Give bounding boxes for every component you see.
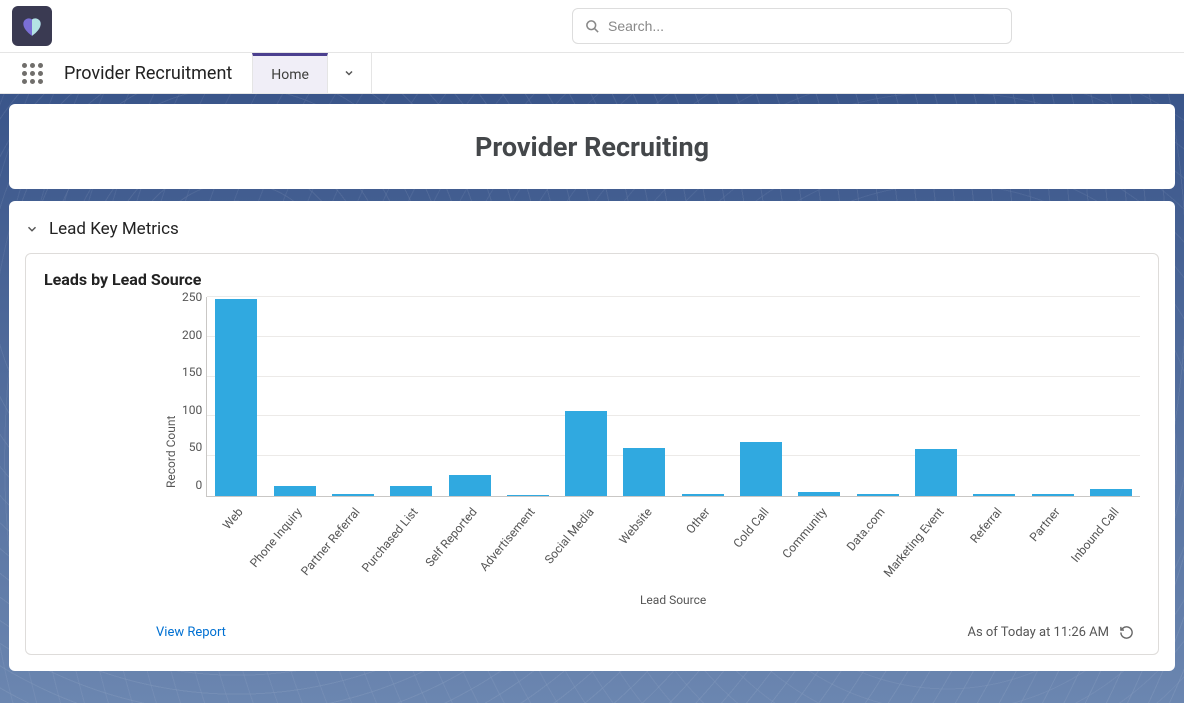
heart-icon: [19, 13, 45, 39]
bar-slot: [207, 297, 265, 496]
y-tick: 0: [182, 479, 202, 491]
bar-slot: [732, 297, 790, 496]
bar[interactable]: [390, 486, 432, 496]
bar-slot: [907, 297, 965, 496]
bar-slot: [557, 297, 615, 496]
bar[interactable]: [565, 411, 607, 496]
global-header: [0, 0, 1184, 53]
chart-footer: View Report As of Today at 11:26 AM: [44, 625, 1140, 640]
y-axis-ticks: 250 200 150 100 50 0: [182, 291, 206, 491]
bar[interactable]: [1090, 489, 1132, 496]
bar-slot: [499, 297, 557, 496]
page-title-card: Provider Recruiting: [9, 104, 1175, 189]
y-tick: 250: [182, 291, 202, 303]
search-box[interactable]: [572, 8, 1012, 44]
y-tick: 150: [182, 366, 202, 378]
app-logo[interactable]: [12, 6, 52, 46]
search-input[interactable]: [608, 18, 999, 34]
x-tick: Website: [616, 505, 654, 547]
bar-slot: [266, 297, 324, 496]
chart-title: Leads by Lead Source: [44, 270, 1140, 289]
bar-slot: [382, 297, 440, 496]
page-title: Provider Recruiting: [475, 131, 709, 163]
bar[interactable]: [915, 449, 957, 496]
bar-slot: [674, 297, 732, 496]
x-tick: Data.com: [844, 505, 888, 554]
y-tick: 50: [182, 441, 202, 453]
tab-dropdown[interactable]: [328, 53, 372, 93]
x-tick: Referral: [967, 505, 1004, 546]
bar[interactable]: [623, 448, 665, 496]
bar[interactable]: [215, 299, 257, 496]
bar-slot: [790, 297, 848, 496]
search-icon: [585, 19, 600, 34]
bar-slot: [440, 297, 498, 496]
main-card: Lead Key Metrics Leads by Lead Source Re…: [9, 201, 1175, 671]
waffle-icon: [22, 63, 43, 84]
view-report-link[interactable]: View Report: [156, 625, 226, 640]
chart-timestamp-area: As of Today at 11:26 AM: [967, 625, 1134, 640]
bar-slot: [324, 297, 382, 496]
global-search: [572, 8, 1012, 44]
x-tick: Web: [220, 505, 246, 532]
x-axis-label: Lead Source: [206, 593, 1140, 607]
bar-slot: [615, 297, 673, 496]
bar[interactable]: [973, 494, 1015, 496]
bar[interactable]: [798, 492, 840, 496]
bar-slot: [965, 297, 1023, 496]
bar[interactable]: [274, 486, 316, 496]
app-launcher[interactable]: [12, 53, 52, 93]
chart-card: Leads by Lead Source Record Count 250 200…: [25, 253, 1159, 655]
refresh-icon: [1119, 625, 1134, 640]
x-tick: Other: [683, 505, 713, 536]
bar[interactable]: [507, 495, 549, 496]
bar-slot: [849, 297, 907, 496]
app-name: Provider Recruitment: [52, 53, 252, 93]
y-tick: 200: [182, 329, 202, 341]
x-tick: Cold Call: [730, 505, 771, 550]
bar[interactable]: [449, 475, 491, 496]
chart-timestamp: As of Today at 11:26 AM: [967, 625, 1109, 640]
chart-body: Record Count 250200150100500 WebPhone In…: [44, 297, 1140, 607]
x-tick: Partner: [1027, 505, 1063, 544]
bar-slot: [1082, 297, 1140, 496]
chart-plot-area: [206, 297, 1140, 497]
x-axis-ticks: WebPhone InquiryPartner ReferralPurchase…: [206, 497, 1140, 575]
tab-home[interactable]: Home: [252, 53, 328, 93]
chevron-down-icon: [343, 67, 355, 79]
y-axis-label: Record Count: [164, 297, 178, 607]
section-header[interactable]: Lead Key Metrics: [25, 219, 1159, 239]
bar[interactable]: [332, 494, 374, 496]
bar[interactable]: [682, 494, 724, 496]
section-title: Lead Key Metrics: [49, 219, 179, 239]
refresh-button[interactable]: [1119, 625, 1134, 640]
bar-slot: [1023, 297, 1081, 496]
y-tick: 100: [182, 404, 202, 416]
bar[interactable]: [740, 442, 782, 496]
nav-bar: Provider Recruitment Home: [0, 53, 1184, 94]
chevron-down-icon: [25, 222, 39, 236]
content-area: Provider Recruiting Lead Key Metrics Lea…: [0, 94, 1184, 703]
bar[interactable]: [1032, 494, 1074, 496]
bar[interactable]: [857, 494, 899, 496]
